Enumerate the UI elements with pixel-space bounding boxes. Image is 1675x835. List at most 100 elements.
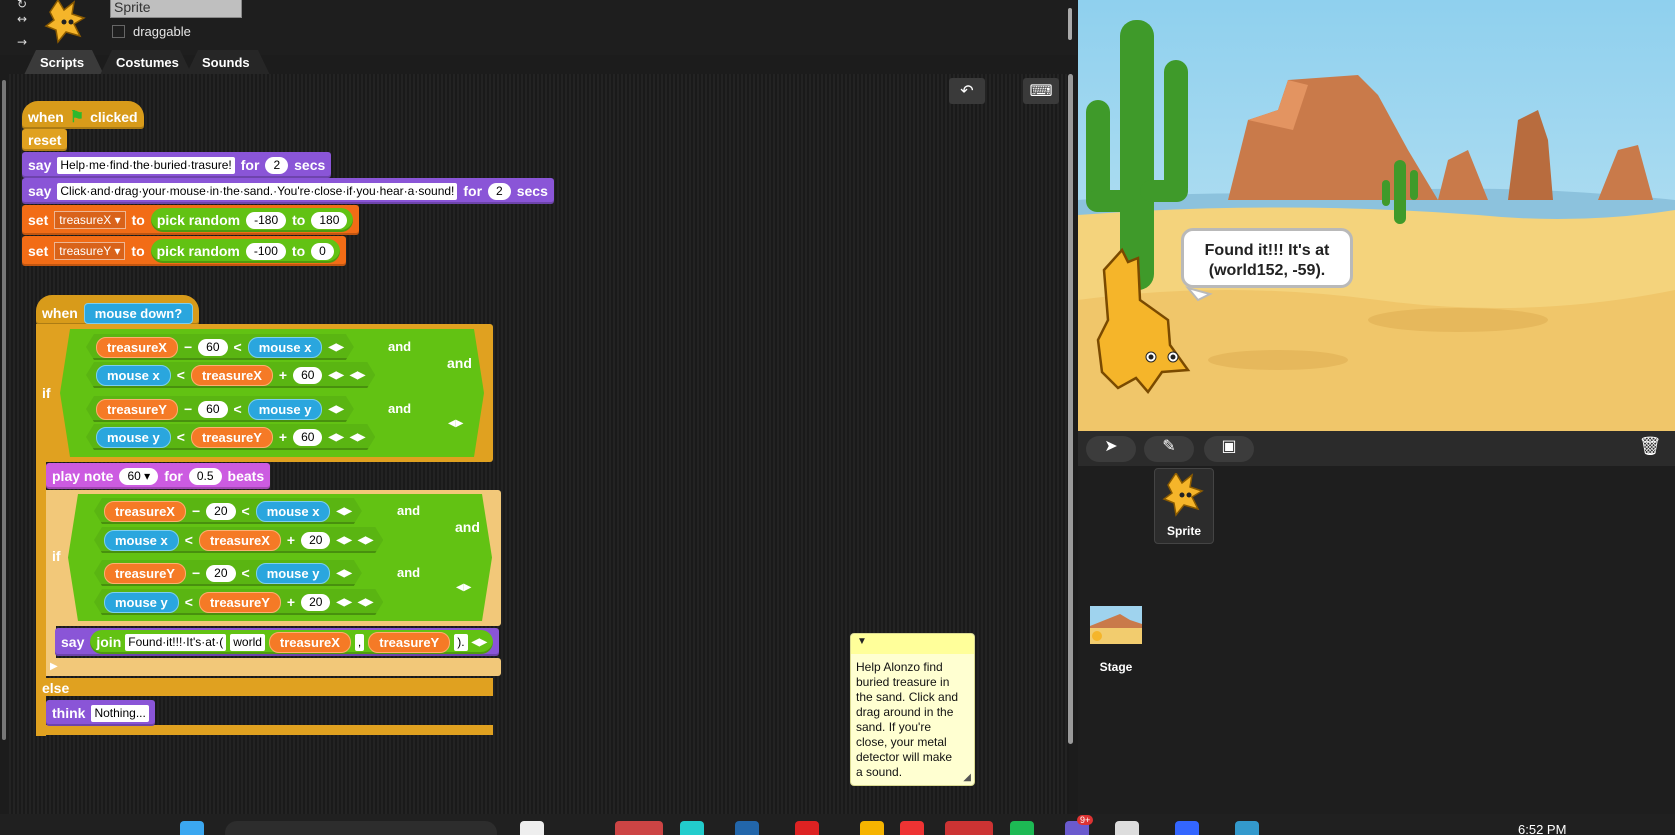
text-slot[interactable]: Nothing... [91,704,149,722]
play-note-block[interactable]: play note 60 ▾ for 0.5 beats [46,463,271,489]
treasurey-reporter[interactable]: treasureY [104,563,186,584]
resize-handle-icon[interactable]: ◢ [963,772,971,783]
number-slot[interactable]: 2 [265,156,289,174]
number-slot[interactable]: 20 [206,565,235,582]
arrows-icon[interactable]: ◀▶ [350,432,365,443]
palette-scrollbar[interactable] [2,80,6,740]
script-comment[interactable]: ▼ Help Alonzo find buried treasure in th… [850,633,975,786]
app-icon[interactable] [900,821,924,835]
sprite-name-field[interactable]: Sprite [110,0,242,18]
app-icon[interactable] [945,821,993,835]
text-slot[interactable]: Help·me·find·the·buried·trasure! [57,156,235,174]
mouse-x-reporter[interactable]: mouse x [256,501,331,522]
paint-new-sprite-button[interactable]: ✎ [1144,436,1194,462]
mouse-y-reporter[interactable]: mouse y [248,399,323,420]
number-slot[interactable]: 60 [198,339,227,356]
app-icon[interactable] [860,821,884,835]
mouse-down-predicate[interactable]: mouse down? [83,302,194,324]
clock[interactable]: 6:52 PM [1518,822,1566,835]
lt-predicate[interactable]: treasureY − 20 < mouse y ◀▶ [94,560,362,586]
number-slot[interactable]: 180 [311,211,348,229]
lt-predicate[interactable]: mouse x < treasureX + 20 ◀▶ ◀▶ [94,527,383,553]
number-slot[interactable]: -100 [245,242,286,260]
mouse-x-reporter[interactable]: mouse x [248,337,323,358]
arrows-icon[interactable]: ◀▶ [328,342,343,353]
arrows-icon[interactable]: ◀▶ [472,637,487,648]
tab-costumes[interactable]: Costumes [100,50,192,75]
text-slot[interactable]: , [354,633,365,651]
mouse-y-reporter[interactable]: mouse y [104,592,179,613]
number-slot[interactable]: 60 [198,401,227,418]
join-block[interactable]: join Found·it!!!·It's·at·( world treasur… [90,630,493,654]
tab-scripts[interactable]: Scripts [24,50,104,75]
lt-predicate[interactable]: mouse y < treasureY + 60 ◀▶ ◀▶ [86,424,375,450]
scripts-scrollbar[interactable] [1068,74,1073,744]
number-slot[interactable]: 20 [301,532,330,549]
arrows-icon[interactable]: ◀▶ [328,432,343,443]
tab-sounds[interactable]: Sounds [186,50,270,75]
app-icon[interactable] [1115,821,1139,835]
comment-text[interactable]: Help Alonzo find buried treasure in the … [851,654,974,786]
treasurey-reporter[interactable]: treasureY [199,592,281,613]
arrows-icon[interactable]: ◀▶ [336,535,351,546]
draggable-checkbox[interactable] [112,25,125,38]
sprite-thumbnail[interactable]: Sprite [1154,468,1214,544]
lt-predicate[interactable]: mouse y < treasureY + 20 ◀▶ ◀▶ [94,589,383,615]
treasurey-reporter[interactable]: treasureY [191,427,273,448]
app-icon[interactable] [1010,821,1034,835]
arrows-icon[interactable]: ◀▶ [358,535,373,546]
keyboard-entry-button[interactable]: ⌨ [1023,78,1059,104]
app-icon[interactable] [520,821,544,835]
arrows-icon[interactable]: ◀▶ [336,568,351,579]
when-flag-clicked-block[interactable]: when ⚑ clicked [22,101,144,129]
treasurex-reporter[interactable]: treasureX [96,337,178,358]
variable-dropdown[interactable]: treasureX ▾ [54,211,126,229]
number-slot[interactable]: 20 [206,503,235,520]
camera-sprite-button[interactable]: ▣ [1204,436,1254,462]
number-slot[interactable]: 0 [311,242,334,260]
collapse-triangle-icon[interactable]: ▼ [857,636,867,647]
rotate-lr-icon[interactable]: ↔ [14,12,30,26]
treasurex-reporter[interactable]: treasureX [104,501,186,522]
search-box[interactable] [225,821,497,835]
pick-random-block[interactable]: pick random -180 to 180 [150,208,354,232]
text-slot[interactable]: ). [454,633,468,651]
app-icon[interactable] [680,821,704,835]
lt-predicate[interactable]: mouse x < treasureX + 60 ◀▶ ◀▶ [86,362,375,388]
lt-predicate[interactable]: treasureX − 60 < mouse x ◀▶ [86,334,354,360]
set-treasurex-block[interactable]: set treasureX ▾ to pick random -180 to 1… [22,205,360,235]
rotate-none-icon[interactable]: → [14,35,30,49]
arrows-icon[interactable]: ◀▶ [336,506,351,517]
treasurex-reporter[interactable]: treasureX [268,631,351,653]
set-treasurey-block[interactable]: set treasureY ▾ to pick random -100 to 0 [22,236,346,266]
stage-thumbnail[interactable] [1090,606,1142,644]
say-join-block[interactable]: say join Found·it!!!·It's·at·( world tre… [55,628,499,656]
text-slot[interactable]: Click·and·drag·your·mouse·in·the·sand.·Y… [57,182,458,200]
new-turtle-sprite-button[interactable]: ➤ [1086,436,1136,462]
number-slot[interactable]: 2 [488,182,511,200]
say-block-1[interactable]: say Help·me·find·the·buried·trasure! for… [22,152,332,178]
treasurey-reporter[interactable]: treasureY [368,631,451,653]
treasurex-reporter[interactable]: treasureX [199,530,281,551]
think-block[interactable]: think Nothing... [46,700,155,726]
app-icon[interactable] [795,821,819,835]
undo-button[interactable]: ↶ [949,78,985,104]
say-block-2[interactable]: say Click·and·drag·your·mouse·in·the·san… [22,178,554,204]
number-slot[interactable]: 20 [301,594,330,611]
arrows-icon[interactable]: ◀▶ [350,370,365,381]
arrows-icon[interactable]: ◀▶ [456,582,471,593]
number-slot[interactable]: 60 [293,429,322,446]
number-slot[interactable]: 60 [293,367,322,384]
reset-block[interactable]: reset [22,129,68,151]
pick-random-block[interactable]: pick random -100 to 0 [150,239,340,263]
arrows-icon[interactable]: ◀▶ [328,404,343,415]
mouse-x-reporter[interactable]: mouse x [96,365,171,386]
trash-icon[interactable]: 🗑 [1637,436,1663,462]
text-slot[interactable]: world [230,633,265,651]
treasurex-reporter[interactable]: treasureX [191,365,273,386]
app-icon[interactable]: 9+ [1065,815,1094,835]
app-icon[interactable] [1175,821,1199,835]
note-dropdown[interactable]: 60 ▾ [119,467,159,485]
app-icon[interactable] [735,821,759,835]
file-explorer-icon[interactable] [615,821,663,835]
